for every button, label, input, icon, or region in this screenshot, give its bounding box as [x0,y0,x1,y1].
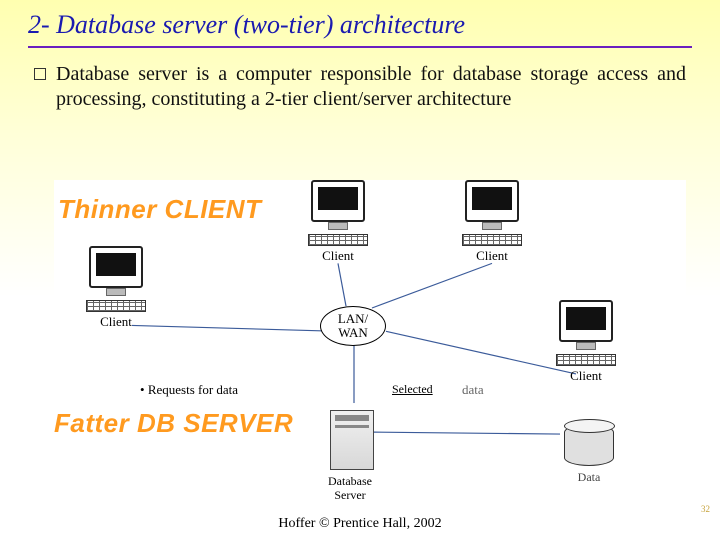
slide-title: 2- Database server (two-tier) architectu… [0,0,720,44]
lanwan-line2: WAN [338,325,368,340]
stand-icon [328,222,348,230]
client-label: Client [74,314,158,330]
db-server-label: Database Server [300,474,400,503]
data-cylinder-label: Data [552,470,626,485]
requests-label: Requests for data [140,382,238,398]
bullet-icon [34,68,46,80]
keyboard-icon [308,234,368,246]
stand-icon [482,222,502,230]
title-rule [28,46,692,48]
lan-wan-node: LAN/ WAN [320,306,386,346]
monitor-icon [311,180,365,222]
data-cylinder-icon [564,424,614,466]
fatter-server-label: Fatter DB SERVER [54,408,293,439]
client-pc-4: Client [544,300,628,384]
stand-icon [106,288,126,296]
monitor-icon [89,246,143,288]
client-label: Client [450,248,534,264]
data-text: data [462,382,484,398]
server-tower-icon [330,410,374,470]
client-label: Client [544,368,628,384]
thinner-client-label: Thinner CLIENT [58,194,261,225]
bullet-row: Database server is a computer responsibl… [0,62,720,112]
db-server-line2: Server [334,488,365,502]
client-pc-3: Client [450,180,534,264]
client-label: Client [296,248,380,264]
client-pc-1: Client [74,246,158,330]
keyboard-icon [556,354,616,366]
page-number: 32 [701,504,710,514]
keyboard-icon [462,234,522,246]
footer-citation: Hoffer © Prentice Hall, 2002 [0,516,720,532]
selected-label: Selected [392,382,433,397]
architecture-diagram: Thinner CLIENT Fatter DB SERVER Client C… [54,180,686,500]
keyboard-icon [86,300,146,312]
db-server-line1: Database [328,474,372,488]
monitor-icon [465,180,519,222]
lanwan-line1: LAN/ [338,311,368,326]
client-pc-2: Client [296,180,380,264]
monitor-icon [559,300,613,342]
stand-icon [576,342,596,350]
bullet-text: Database server is a computer responsibl… [56,62,686,112]
